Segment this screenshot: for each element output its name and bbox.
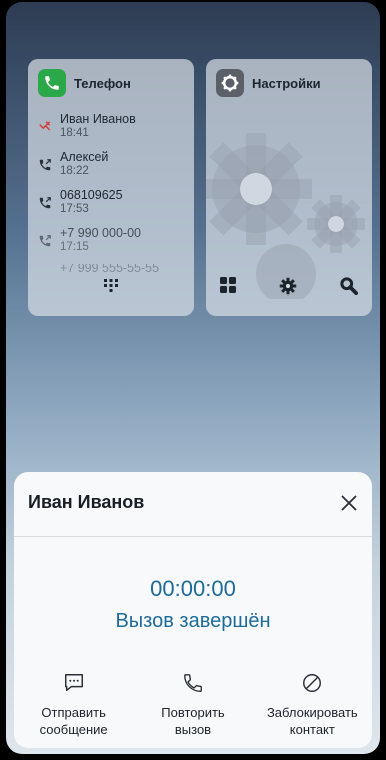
call-time: 18:41 [60, 127, 89, 139]
gear-icon[interactable] [279, 277, 297, 300]
outgoing-call-icon [39, 159, 51, 171]
call-contact-name: +7 999 555-55-55 [60, 264, 160, 275]
redial-label: Повторить вызов [161, 705, 225, 737]
settings-app-icon [216, 69, 244, 97]
missed-call-icon [39, 121, 51, 131]
block-contact-label: Заблокировать контакт [266, 705, 358, 737]
settings-widget-header: Настройки [216, 69, 321, 97]
block-contact-button[interactable]: Заблокировать контакт [257, 672, 367, 738]
call-sheet-header: Иван Иванов [14, 472, 372, 537]
call-contact-name: Алексей [60, 150, 109, 164]
call-contact-name: Иван Иванов [60, 112, 136, 126]
send-message-button[interactable]: Отправить сообщение [19, 672, 129, 738]
home-screen: Телефон Иван Иванов 18:41 Алексей 18:22 [6, 2, 380, 754]
recent-call-item-partial: +7 999 555-55-55 [38, 264, 186, 276]
recent-call-item[interactable]: +7 990 000-00 17:15 [38, 226, 186, 264]
recent-call-item[interactable]: 068109625 17:53 [38, 188, 186, 226]
phone-widget-header: Телефон [38, 69, 131, 97]
call-status: Вызов завершён [115, 610, 271, 632]
call-contact-name: 068109625 [60, 188, 123, 202]
outgoing-call-icon [39, 235, 51, 247]
gear-background-icon [206, 133, 365, 299]
redial-button[interactable]: Повторить вызов [138, 672, 248, 738]
call-ended-sheet: Иван Иванов 00:00:00 Вызов завершён Отпр… [14, 472, 372, 748]
close-icon [341, 495, 357, 511]
outgoing-call-icon [39, 197, 51, 209]
apps-grid-icon[interactable] [220, 277, 236, 300]
recent-calls-list: Иван Иванов 18:41 Алексей 18:22 06810962… [38, 112, 186, 276]
call-timer: 00:00:00 [150, 576, 236, 601]
phone-widget[interactable]: Телефон Иван Иванов 18:41 Алексей 18:22 [28, 59, 194, 316]
phone-widget-title: Телефон [74, 75, 131, 91]
message-icon [64, 674, 83, 692]
phone-app-icon [38, 69, 66, 97]
call-time: 18:22 [60, 165, 89, 177]
recent-call-item[interactable]: Иван Иванов 18:41 [38, 112, 186, 150]
search-icon[interactable] [340, 277, 358, 300]
recent-call-item[interactable]: Алексей 18:22 [38, 150, 186, 188]
send-message-label: Отправить сообщение [39, 705, 108, 737]
close-button[interactable] [336, 490, 362, 516]
settings-widget-title: Настройки [252, 75, 321, 91]
call-actions: Отправить сообщение Повторить вызов Забл… [14, 672, 372, 738]
contact-name: Иван Иванов [28, 492, 145, 512]
phone-icon [184, 674, 202, 692]
dialpad-icon[interactable] [104, 279, 118, 300]
settings-widget[interactable]: Настройки [206, 59, 372, 316]
call-time: 17:15 [60, 241, 89, 253]
block-icon [303, 674, 322, 692]
call-time: 17:53 [60, 203, 89, 215]
call-contact-name: +7 990 000-00 [60, 226, 141, 240]
